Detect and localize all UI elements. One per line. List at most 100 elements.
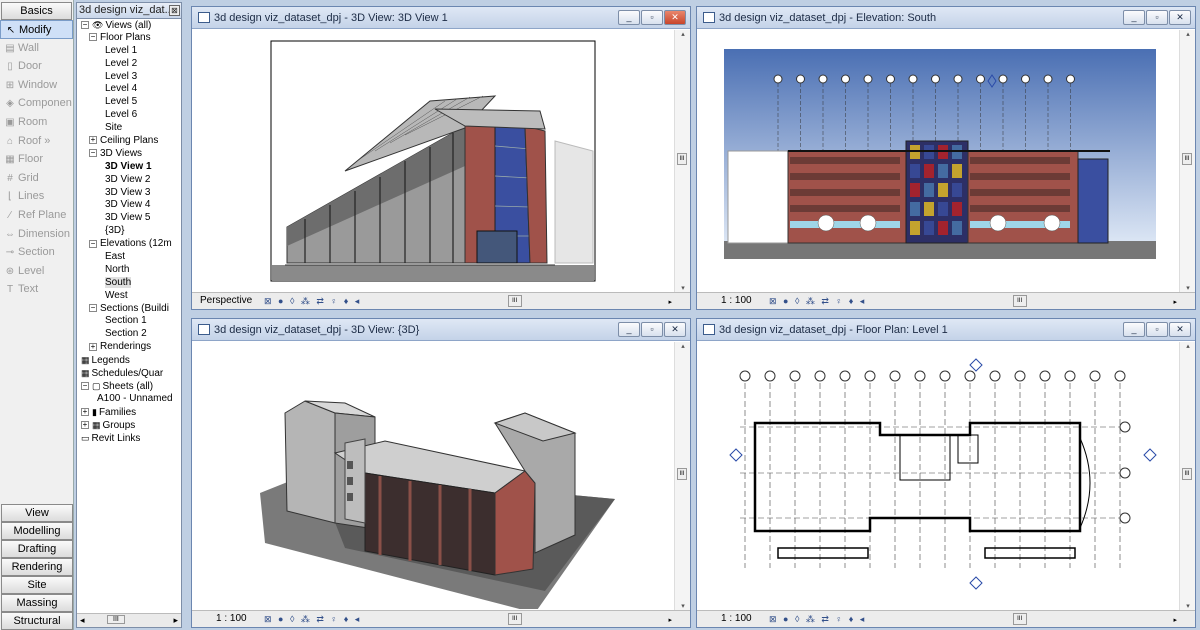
minimize-button[interactable]: _ xyxy=(618,322,640,337)
minimize-button[interactable]: _ xyxy=(1123,10,1145,25)
tree-item[interactable]: {3D} xyxy=(77,225,181,238)
scroll-thumb[interactable]: III xyxy=(107,615,125,624)
scroll-right-arrow-icon[interactable]: ▸ xyxy=(668,613,672,629)
collapse-icon[interactable]: − xyxy=(89,303,97,312)
tree-item[interactable]: Site xyxy=(77,122,181,135)
tool-grid[interactable]: # Grid xyxy=(0,169,73,188)
tab-drafting[interactable]: Drafting xyxy=(1,540,73,558)
tree-item[interactable]: ▦ Schedules/Quar xyxy=(77,367,181,380)
expand-icon[interactable]: + xyxy=(81,408,89,417)
close-button[interactable]: ✕ xyxy=(664,322,686,337)
minimize-button[interactable]: _ xyxy=(1123,322,1145,337)
tree-item[interactable]: Section 1 xyxy=(77,315,181,328)
vertical-scrollbar[interactable]: ▴ III ▾ xyxy=(1179,30,1195,292)
close-button[interactable]: ✕ xyxy=(1169,322,1191,337)
tool-section[interactable]: ⊸ Section xyxy=(0,243,73,262)
view-scale[interactable]: 1 : 100 xyxy=(721,293,752,309)
scroll-thumb[interactable]: III xyxy=(507,295,522,307)
view-control-icons[interactable]: ⊠ ● ◊ ⁂ ⇄ ♀ ♦ ◂ xyxy=(264,611,361,627)
scroll-thumb[interactable]: III xyxy=(1012,295,1027,307)
tool-text[interactable]: T Text xyxy=(0,280,73,299)
tab-rendering[interactable]: Rendering xyxy=(1,558,73,576)
scroll-left-arrow-icon[interactable]: ◂ xyxy=(80,615,85,626)
scroll-thumb[interactable]: III xyxy=(1182,153,1192,166)
expand-icon[interactable]: + xyxy=(89,136,97,145)
tool-lines[interactable]: ⌊ Lines xyxy=(0,187,73,206)
tree-item[interactable]: − ▢ Sheets (all) xyxy=(77,380,181,393)
horizontal-scrollbar[interactable]: III ▸ xyxy=(362,613,672,625)
restore-button[interactable]: ▫ xyxy=(641,10,663,25)
tool-wall[interactable]: ▤ Wall xyxy=(0,39,73,58)
tree-item[interactable]: Level 5 xyxy=(77,96,181,109)
collapse-icon[interactable]: − xyxy=(89,149,97,158)
tree-item[interactable]: Level 2 xyxy=(77,58,181,71)
tab-structural[interactable]: Structural xyxy=(1,612,73,630)
tree-item[interactable]: South xyxy=(77,276,181,290)
tool-ref-plane[interactable]: ∕ Ref Plane xyxy=(0,206,73,225)
tab-massing[interactable]: Massing xyxy=(1,594,73,612)
tab-basics[interactable]: Basics xyxy=(1,2,72,20)
scroll-down-arrow-icon[interactable]: ▾ xyxy=(1180,284,1196,292)
tool-componen[interactable]: ◈ Componen xyxy=(0,94,73,113)
view-canvas[interactable] xyxy=(700,343,1178,609)
tree-item[interactable]: North xyxy=(77,264,181,277)
scroll-thumb[interactable]: III xyxy=(507,613,522,625)
view-scale[interactable]: 1 : 100 xyxy=(721,611,752,627)
collapse-icon[interactable]: − xyxy=(89,239,97,248)
close-icon[interactable]: ⊠ xyxy=(169,5,180,16)
close-button[interactable]: ✕ xyxy=(664,10,686,25)
horizontal-scrollbar[interactable]: III ▸ xyxy=(867,295,1177,307)
tree-item[interactable]: + Renderings xyxy=(77,341,181,354)
scroll-thumb[interactable]: III xyxy=(677,153,687,166)
collapse-icon[interactable]: − xyxy=(81,382,89,391)
tree-item[interactable]: − 👁 Views (all) xyxy=(77,19,181,32)
scroll-up-arrow-icon[interactable]: ▴ xyxy=(675,30,691,38)
expand-icon[interactable]: + xyxy=(89,342,97,351)
tree-item[interactable]: A100 - Unnamed xyxy=(77,393,181,406)
view-control-icons[interactable]: ⊠ ● ◊ ⁂ ⇄ ♀ ♦ ◂ xyxy=(769,293,866,309)
tree-item[interactable]: Level 4 xyxy=(77,83,181,96)
tree-item[interactable]: + Ceiling Plans xyxy=(77,135,181,148)
tree-item[interactable]: ▭ Revit Links xyxy=(77,432,181,445)
expand-icon[interactable]: + xyxy=(81,420,89,429)
scroll-right-arrow-icon[interactable]: ▸ xyxy=(1173,613,1177,629)
tool-dimension[interactable]: ⇔ Dimension xyxy=(0,225,73,244)
view-window-floor-plan-level-1[interactable]: 3d design viz_dataset_dpj - Floor Plan: … xyxy=(696,318,1196,628)
scroll-right-arrow-icon[interactable]: ▸ xyxy=(1173,295,1177,311)
view-scale[interactable]: 1 : 100 xyxy=(216,611,247,627)
tool-floor[interactable]: ▦ Floor xyxy=(0,150,73,169)
tree-item[interactable]: 3D View 1 xyxy=(77,161,181,174)
scroll-up-arrow-icon[interactable]: ▴ xyxy=(1180,30,1196,38)
tree-item[interactable]: Level 3 xyxy=(77,71,181,84)
scroll-thumb[interactable]: III xyxy=(1012,613,1027,625)
tab-modelling[interactable]: Modelling xyxy=(1,522,73,540)
view-title-bar[interactable]: 3d design viz_dataset_dpj - 3D View: 3D … xyxy=(192,7,690,29)
tab-view[interactable]: View xyxy=(1,504,73,522)
tree-item[interactable]: − Floor Plans xyxy=(77,32,181,45)
horizontal-scrollbar[interactable]: III ▸ xyxy=(867,613,1177,625)
tree-item[interactable]: Section 2 xyxy=(77,328,181,341)
scroll-up-arrow-icon[interactable]: ▴ xyxy=(675,342,691,350)
tree-item[interactable]: Level 1 xyxy=(77,45,181,58)
horizontal-scrollbar[interactable]: III ▸ xyxy=(362,295,672,307)
tool-roof[interactable]: ⌂ Roof » xyxy=(0,132,73,151)
tab-site[interactable]: Site xyxy=(1,576,73,594)
view-title-bar[interactable]: 3d design viz_dataset_dpj - 3D View: {3D… xyxy=(192,319,690,341)
collapse-icon[interactable]: − xyxy=(81,21,89,30)
tool-window[interactable]: ⊞ Window xyxy=(0,76,73,95)
scroll-down-arrow-icon[interactable]: ▾ xyxy=(675,602,691,610)
scroll-thumb[interactable]: III xyxy=(1182,467,1192,480)
collapse-icon[interactable]: − xyxy=(89,33,97,42)
view-control-icons[interactable]: ⊠ ● ◊ ⁂ ⇄ ♀ ♦ ◂ xyxy=(264,293,361,309)
scroll-down-arrow-icon[interactable]: ▾ xyxy=(1180,602,1196,610)
tree-item[interactable]: 3D View 4 xyxy=(77,199,181,212)
scroll-up-arrow-icon[interactable]: ▴ xyxy=(1180,342,1196,350)
tree-item[interactable]: + ▦ Groups xyxy=(77,419,181,432)
tree-item[interactable]: West xyxy=(77,290,181,303)
minimize-button[interactable]: _ xyxy=(618,10,640,25)
tool-modify[interactable]: ↖ Modify xyxy=(0,20,73,39)
tool-door[interactable]: ▯ Door xyxy=(0,57,73,76)
scroll-thumb[interactable]: III xyxy=(677,467,687,480)
view-scale[interactable]: Perspective xyxy=(200,293,252,309)
tree-item[interactable]: 3D View 3 xyxy=(77,187,181,200)
